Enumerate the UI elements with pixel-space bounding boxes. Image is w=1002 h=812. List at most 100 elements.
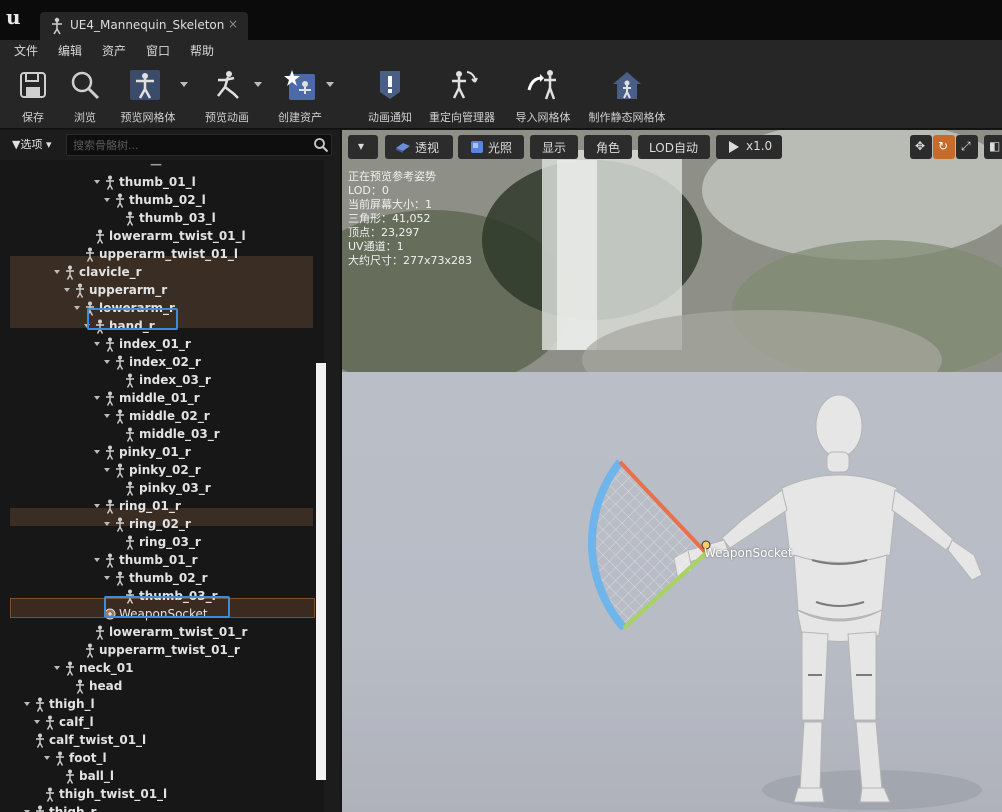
tree-scrollbar[interactable] <box>316 363 326 780</box>
bone-row[interactable]: ring_02_r <box>0 516 324 534</box>
bone-row[interactable]: index_02_r <box>0 354 324 372</box>
expand-arrow-icon[interactable] <box>94 342 100 346</box>
preview-mesh-button[interactable]: 预览网格体 <box>114 64 182 124</box>
options-button[interactable]: ▼选项 ▾ <box>12 136 52 152</box>
bone-row[interactable]: lowerarm_twist_01_l <box>0 228 324 246</box>
viewport-background-scene <box>342 130 1002 410</box>
mannequin-character[interactable] <box>673 394 983 803</box>
browse-button[interactable]: 浏览 <box>64 64 106 124</box>
bone-label: clavicle_r <box>79 265 142 279</box>
bone-tree: — thumb_01_l thumb_02_l thumb_03_l lowerarm… <box>0 160 324 812</box>
bone-icon <box>126 481 134 496</box>
preview-animation-button[interactable]: 预览动画 <box>196 64 258 124</box>
expand-arrow-icon[interactable] <box>44 756 50 760</box>
bone-row[interactable]: thigh_twist_01_l <box>0 786 324 804</box>
translate-tool-button[interactable]: ✥ <box>910 135 932 159</box>
bone-row[interactable]: middle_03_r <box>0 426 324 444</box>
expand-arrow-icon[interactable] <box>54 666 60 670</box>
preview-mesh-dropdown-icon[interactable] <box>180 82 188 87</box>
bone-row[interactable]: calf_l <box>0 714 324 732</box>
expand-arrow-icon[interactable] <box>104 198 110 202</box>
bone-row[interactable]: clavicle_r <box>0 264 324 282</box>
import-mesh-button[interactable]: 导入网格体 <box>510 64 576 124</box>
rotation-gizmo[interactable] <box>588 459 711 631</box>
rotate-tool-button[interactable]: ↻ <box>933 135 955 159</box>
bone-row[interactable]: calf_twist_01_l <box>0 732 324 750</box>
bone-row[interactable]: thumb_03_l <box>0 210 324 228</box>
bone-label: lowerarm_twist_01_l <box>109 229 246 243</box>
bone-row[interactable]: upperarm_r <box>0 282 324 300</box>
bone-row[interactable]: index_01_r <box>0 336 324 354</box>
menu-edit[interactable]: 编辑 <box>58 42 82 59</box>
expand-arrow-icon[interactable] <box>104 522 110 526</box>
menu-window[interactable]: 窗口 <box>146 42 170 59</box>
expand-arrow-icon[interactable] <box>94 504 100 508</box>
unreal-logo-icon[interactable]: u <box>6 6 28 28</box>
character-button[interactable]: 角色 <box>584 135 632 159</box>
expand-arrow-icon[interactable] <box>74 306 80 310</box>
camera-settings-button[interactable]: ◧ <box>984 135 1002 159</box>
bone-row[interactable]: thumb_02_r <box>0 570 324 588</box>
retarget-manager-button[interactable]: 重定向管理器 <box>424 64 500 124</box>
save-button[interactable]: 保存 <box>12 64 54 124</box>
bone-label: lowerarm_twist_01_r <box>109 625 248 639</box>
menu-help[interactable]: 帮助 <box>190 42 214 59</box>
lit-button[interactable]: 光照 <box>458 135 524 159</box>
bone-row[interactable]: head <box>0 678 324 696</box>
bone-row[interactable]: thigh_l <box>0 696 324 714</box>
expand-arrow-icon[interactable] <box>94 450 100 454</box>
expand-arrow-icon[interactable] <box>94 558 100 562</box>
menu-file[interactable]: 文件 <box>14 42 38 59</box>
menu-asset[interactable]: 资产 <box>102 42 126 59</box>
bone-row[interactable]: upperarm_twist_01_r <box>0 642 324 660</box>
preview-viewport[interactable]: ▾ 透视 光照 显示 角色 LOD自动 x1.0 ✥ ↻ ⤢ ◧ 正在预览参考姿… <box>342 130 1002 812</box>
lod-auto-button[interactable]: LOD自动 <box>638 135 710 159</box>
expand-arrow-icon[interactable] <box>34 720 40 724</box>
expand-arrow-icon[interactable] <box>104 414 110 418</box>
show-button[interactable]: 显示 <box>530 135 578 159</box>
bone-row[interactable]: middle_02_r <box>0 408 324 426</box>
bone-row[interactable]: thumb_01_l <box>0 174 324 192</box>
bone-row[interactable]: pinky_01_r <box>0 444 324 462</box>
document-tab[interactable]: UE4_Mannequin_Skeleton × <box>40 12 248 40</box>
expand-arrow-icon[interactable] <box>94 396 100 400</box>
expand-arrow-icon[interactable] <box>104 360 110 364</box>
bone-row[interactable]: middle_01_r <box>0 390 324 408</box>
create-asset-dropdown-icon[interactable] <box>326 82 334 87</box>
bone-row[interactable]: pinky_02_r <box>0 462 324 480</box>
search-icon[interactable] <box>313 137 329 153</box>
create-asset-button[interactable]: 创建资产 <box>270 64 330 124</box>
expand-arrow-icon[interactable] <box>24 702 30 706</box>
make-static-mesh-button[interactable]: 制作静态网格体 <box>584 64 670 124</box>
bone-row[interactable]: foot_l <box>0 750 324 768</box>
search-box[interactable] <box>66 134 332 156</box>
retarget-manager-label: 重定向管理器 <box>429 111 495 124</box>
preview-animation-dropdown-icon[interactable] <box>254 82 262 87</box>
expand-arrow-icon[interactable] <box>54 270 60 274</box>
expand-arrow-icon[interactable] <box>64 288 70 292</box>
expand-arrow-icon[interactable] <box>104 468 110 472</box>
bone-row[interactable]: lowerarm_twist_01_r <box>0 624 324 642</box>
bone-row[interactable]: ring_03_r <box>0 534 324 552</box>
expand-arrow-icon[interactable] <box>94 180 100 184</box>
bone-icon <box>126 373 134 388</box>
anim-notify-button[interactable]: 动画通知 <box>362 64 418 124</box>
bone-row[interactable]: ball_l <box>0 768 324 786</box>
expand-arrow-icon[interactable] <box>104 576 110 580</box>
bone-row[interactable]: thigh_r <box>0 804 324 812</box>
bone-row[interactable]: thumb_01_r <box>0 552 324 570</box>
bone-row[interactable]: ring_01_r <box>0 498 324 516</box>
bone-row[interactable]: index_03_r <box>0 372 324 390</box>
bone-icon <box>126 427 134 442</box>
bone-row[interactable]: thumb_02_l <box>0 192 324 210</box>
bone-row[interactable]: upperarm_twist_01_l <box>0 246 324 264</box>
bone-row[interactable]: neck_01 <box>0 660 324 678</box>
bone-row[interactable]: pinky_03_r <box>0 480 324 498</box>
viewport-options-button[interactable]: ▾ <box>348 135 378 159</box>
close-tab-icon[interactable]: × <box>228 17 238 31</box>
perspective-cube-icon <box>396 143 410 153</box>
scale-tool-button[interactable]: ⤢ <box>956 135 978 159</box>
bone-search-input[interactable] <box>71 136 305 154</box>
play-speed-button[interactable]: x1.0 <box>716 135 782 159</box>
perspective-button[interactable]: 透视 <box>385 135 453 159</box>
